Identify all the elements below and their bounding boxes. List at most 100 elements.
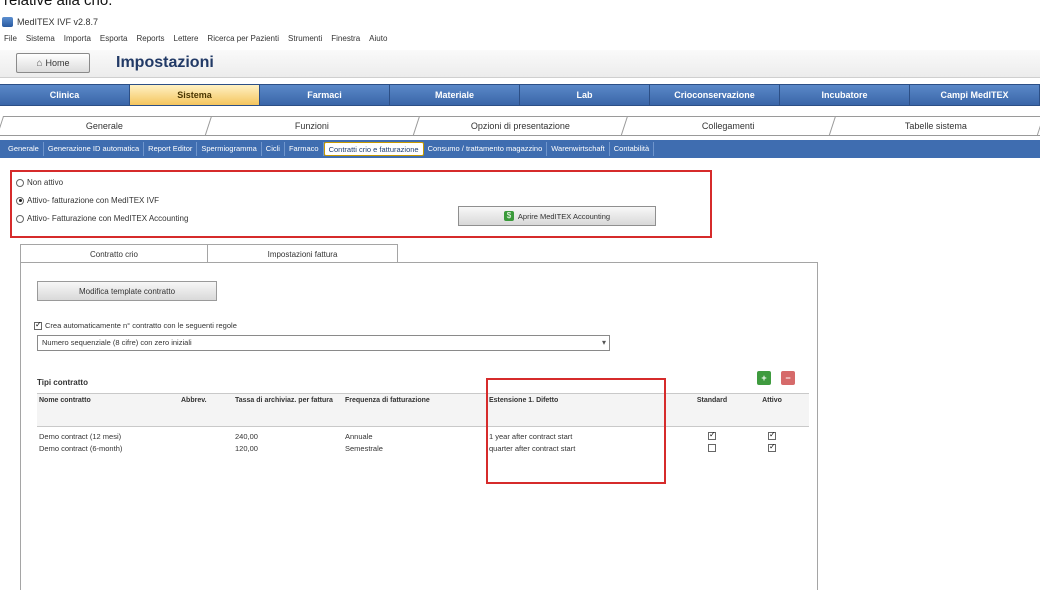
subtab-tabelle-sistema[interactable]: Tabelle sistema (828, 116, 1040, 135)
extension-column-highlight (486, 378, 666, 484)
standard-checkbox[interactable] (708, 432, 716, 440)
menu-aiuto[interactable]: Aiuto (369, 34, 387, 43)
delete-row-icon[interactable]: − (781, 371, 795, 385)
main-tabs: Clinica Sistema Farmaci Materiale Lab Cr… (0, 84, 1040, 106)
functab-report-editor[interactable]: Report Editor (144, 142, 198, 156)
add-row-icon[interactable]: + (757, 371, 771, 385)
functab-cicli[interactable]: Cicli (262, 142, 285, 156)
radio-label: Attivo- Fatturazione con MedITEX Account… (27, 214, 189, 223)
subtab-tabelle-label: Tabelle sistema (905, 121, 968, 131)
functab-contratti-crio[interactable]: Contratti crio e fatturazione (323, 142, 424, 156)
menu-ricerca-pazienti[interactable]: Ricerca per Pazienti (207, 34, 279, 43)
col-standard[interactable]: Standard (677, 394, 747, 426)
col-abbrev[interactable]: Abbrev. (179, 394, 233, 426)
subtab-generale[interactable]: Generale (0, 116, 213, 135)
subtab-opzioni-presentazione[interactable]: Opzioni di presentazione (412, 116, 629, 135)
app-icon (2, 17, 13, 27)
cell-active (747, 432, 797, 440)
auto-number-option[interactable]: Crea automaticamente n° contratto con le… (34, 320, 237, 330)
auto-number-label: Crea automaticamente n° contratto con le… (45, 321, 237, 330)
contract-types-title: Tipi contratto (37, 378, 88, 387)
functab-generazione-id[interactable]: Generazione ID automatica (44, 142, 145, 156)
edit-template-button[interactable]: Modifica template contratto (37, 281, 217, 301)
radio-button-selected[interactable] (16, 196, 24, 205)
functab-spermiogramma[interactable]: Spermiogramma (197, 142, 262, 156)
radio-non-attivo[interactable]: Non attivo (16, 178, 63, 187)
home-button-label: Home (45, 58, 70, 68)
radio-fatturazione-ivf[interactable]: Attivo- fatturazione con MedITEX IVF (16, 196, 159, 205)
chevron-down-icon: ▾ (601, 338, 606, 347)
tab-crioconservazione[interactable]: Crioconservazione (650, 85, 780, 105)
menu-strumenti[interactable]: Strumenti (288, 34, 322, 43)
functab-warenwirtschaft[interactable]: Warenwirtschaft (547, 142, 610, 156)
subtab-funzioni-label: Funzioni (295, 121, 330, 131)
table-row[interactable]: Demo contract (6-month) 120,00 Semestral… (37, 442, 809, 454)
cell-name: Demo contract (12 mesi) (39, 431, 122, 441)
radio-label: Non attivo (27, 178, 64, 187)
contract-tabs: Contratto crio Impostazioni fattura (20, 244, 398, 263)
menu-importa[interactable]: Importa (64, 34, 91, 43)
open-accounting-label: Aprire MedITEX Accounting (517, 211, 611, 221)
menu-lettere[interactable]: Lettere (174, 34, 199, 43)
accounting-icon: $ (503, 211, 514, 221)
window-titlebar: MedITEX IVF v2.8.7 (0, 14, 1040, 30)
menu-esporta[interactable]: Esporta (100, 34, 128, 43)
functab-contabilita[interactable]: Contabilità (610, 142, 655, 156)
col-nome-contratto[interactable]: Nome contratto (37, 394, 179, 426)
toolbar: ⌂ Home Impostazioni (0, 50, 1040, 78)
tab-impostazioni-fattura[interactable]: Impostazioni fattura (208, 244, 398, 263)
subtab-generale-label: Generale (85, 121, 123, 131)
menu-finestra[interactable]: Finestra (331, 34, 360, 43)
cell-freq: Semestrale (345, 443, 383, 453)
table-row[interactable]: Demo contract (12 mesi) 240,00 Annuale 1… (37, 430, 809, 442)
number-rule-select[interactable]: Numero sequenziale (8 cifre) con zero in… (37, 335, 610, 351)
cell-standard (677, 432, 747, 440)
col-frequenza[interactable]: Frequenza di fatturazione (343, 394, 487, 426)
tab-materiale[interactable]: Materiale (390, 85, 520, 105)
function-tabs: Generale Generazione ID automatica Repor… (0, 140, 1040, 158)
functab-farmaco[interactable]: Farmaco (285, 142, 324, 156)
tab-campi-meditex[interactable]: Campi MedITEX (910, 85, 1040, 105)
open-accounting-button[interactable]: $ Aprire MedITEX Accounting (458, 206, 656, 226)
window-title: MedITEX IVF v2.8.7 (17, 17, 99, 27)
cell-fee: 120,00 (235, 443, 258, 453)
subtab-funzioni[interactable]: Funzioni (204, 116, 421, 135)
number-rule-value: Numero sequenziale (8 cifre) con zero in… (42, 338, 192, 347)
radio-button[interactable] (16, 178, 24, 187)
menu-reports[interactable]: Reports (137, 34, 165, 43)
active-checkbox[interactable] (768, 444, 776, 452)
contract-panel: Modifica template contratto Crea automat… (20, 262, 818, 590)
home-button[interactable]: ⌂ Home (16, 53, 90, 73)
col-tassa[interactable]: Tassa di archiviaz. per fattura (233, 394, 343, 426)
active-checkbox[interactable] (768, 432, 776, 440)
cell-freq: Annuale (345, 431, 373, 441)
contract-types-table: Nome contratto Abbrev. Tassa di archivia… (37, 393, 809, 454)
col-attivo[interactable]: Attivo (747, 394, 797, 426)
radio-label: Attivo- fatturazione con MedITEX IVF (27, 196, 160, 205)
page-caption: relative alla cho. (4, 0, 113, 9)
subtab-opzioni-label: Opzioni di presentazione (470, 121, 570, 131)
auto-number-checkbox[interactable] (34, 320, 42, 330)
tab-sistema[interactable]: Sistema (130, 85, 260, 105)
cell-active (747, 444, 797, 452)
tab-farmaci[interactable]: Farmaci (260, 85, 390, 105)
tab-clinica[interactable]: Clinica (0, 85, 130, 105)
page-title: Impostazioni (116, 54, 214, 71)
radio-fatturazione-accounting[interactable]: Attivo- Fatturazione con MedITEX Account… (16, 214, 188, 223)
cell-standard (677, 444, 747, 452)
functab-generale[interactable]: Generale (4, 142, 44, 156)
subtab-collegamenti-label: Collegamenti (702, 121, 755, 131)
standard-checkbox[interactable] (708, 444, 716, 452)
menu-sistema[interactable]: Sistema (26, 34, 55, 43)
functab-consumo-magazzino[interactable]: Consumo / trattamento magazzino (424, 142, 548, 156)
billing-mode-highlight: Non attivo Attivo- fatturazione con MedI… (10, 170, 712, 238)
cell-fee: 240,00 (235, 431, 258, 441)
tab-incubatore[interactable]: Incubatore (780, 85, 910, 105)
subtab-collegamenti[interactable]: Collegamenti (620, 116, 837, 135)
menu-file[interactable]: File (4, 34, 17, 43)
cell-name: Demo contract (6-month) (39, 443, 123, 453)
radio-button[interactable] (16, 214, 24, 223)
tab-lab[interactable]: Lab (520, 85, 650, 105)
tab-contratto-crio[interactable]: Contratto crio (20, 244, 208, 263)
sub-tabs: Generale Funzioni Opzioni di presentazio… (0, 116, 1040, 136)
